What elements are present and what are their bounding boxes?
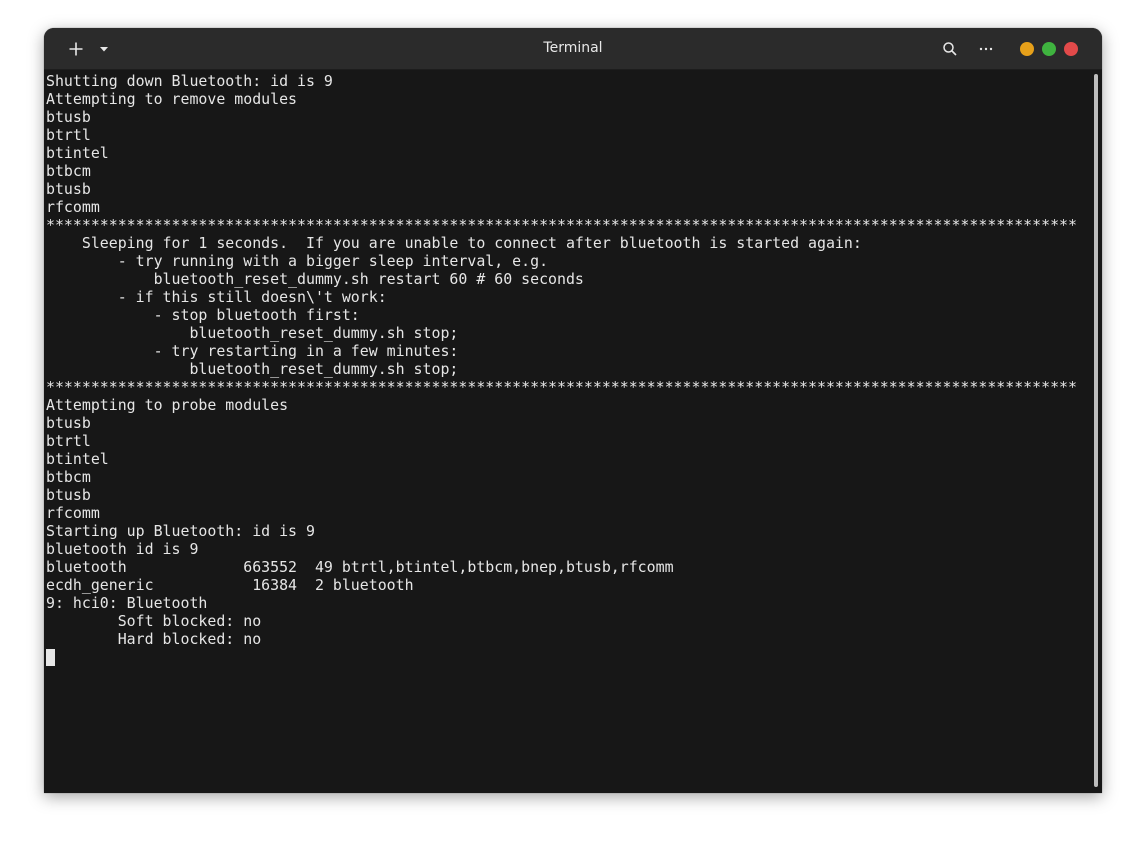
terminal-line: rfcomm [46, 198, 100, 216]
terminal-line: bluetooth 663552 49 btrtl,btintel,btbcm,… [46, 558, 674, 576]
terminal-output[interactable]: Shutting down Bluetooth: id is 9 Attempti… [44, 70, 1090, 793]
terminal-line: btusb [46, 108, 91, 126]
terminal-line: btrtl [46, 432, 91, 450]
title-bar: Terminal [44, 28, 1102, 70]
search-button[interactable] [938, 36, 962, 61]
more-icon [979, 47, 993, 50]
terminal-line: Sleeping for 1 seconds. If you are unabl… [46, 234, 862, 252]
terminal-line: ecdh_generic 16384 2 bluetooth [46, 576, 414, 594]
terminal-line: Attempting to remove modules [46, 90, 298, 108]
scrollbar[interactable] [1094, 74, 1098, 787]
terminal-line: Starting up Bluetooth: id is 9 [46, 522, 315, 540]
terminal-line: btusb [46, 486, 91, 504]
plus-icon [69, 42, 83, 55]
terminal-line: bluetooth id is 9 [46, 540, 199, 558]
search-icon [943, 41, 957, 56]
terminal-line: btbcm [46, 162, 91, 180]
terminal-line: - stop bluetooth first: [46, 306, 360, 324]
terminal-line: bluetooth_reset_dummy.sh stop; [46, 360, 459, 378]
terminal-line: - try restarting in a few minutes: [46, 342, 459, 360]
terminal-line: btintel [46, 144, 109, 162]
terminal-window: Terminal Shutting down Bluetooth: id is … [44, 28, 1102, 793]
maximize-button[interactable] [1042, 42, 1056, 56]
terminal-line: btintel [46, 450, 109, 468]
minimize-button[interactable] [1020, 42, 1034, 56]
caret-down-icon [100, 46, 108, 51]
terminal-line: - try running with a bigger sleep interv… [46, 252, 549, 270]
terminal-line: btrtl [46, 126, 91, 144]
new-tab-button[interactable] [62, 36, 90, 61]
terminal-line: Hard blocked: no [46, 630, 262, 648]
terminal-line: ****************************************… [46, 378, 1077, 396]
terminal-line: btusb [46, 180, 91, 198]
terminal-line: btusb [46, 414, 91, 432]
terminal-line: bluetooth_reset_dummy.sh restart 60 # 60… [46, 270, 584, 288]
close-button[interactable] [1064, 42, 1078, 56]
terminal-line: Attempting to probe modules [46, 396, 289, 414]
terminal-line: 9: hci0: Bluetooth [46, 594, 208, 612]
menu-button[interactable] [974, 36, 998, 61]
terminal-line: Shutting down Bluetooth: id is 9 [46, 72, 333, 90]
terminal-line: btbcm [46, 468, 91, 486]
terminal-line: - if this still doesn\'t work: [46, 288, 387, 306]
prompt-line [44, 648, 1090, 666]
tab-menu-button[interactable] [94, 36, 114, 61]
terminal-line: bluetooth_reset_dummy.sh stop; [46, 324, 459, 342]
terminal-line: ****************************************… [46, 216, 1077, 234]
terminal-line: Soft blocked: no [46, 612, 262, 630]
terminal-line: rfcomm [46, 504, 100, 522]
text-cursor [46, 649, 55, 666]
